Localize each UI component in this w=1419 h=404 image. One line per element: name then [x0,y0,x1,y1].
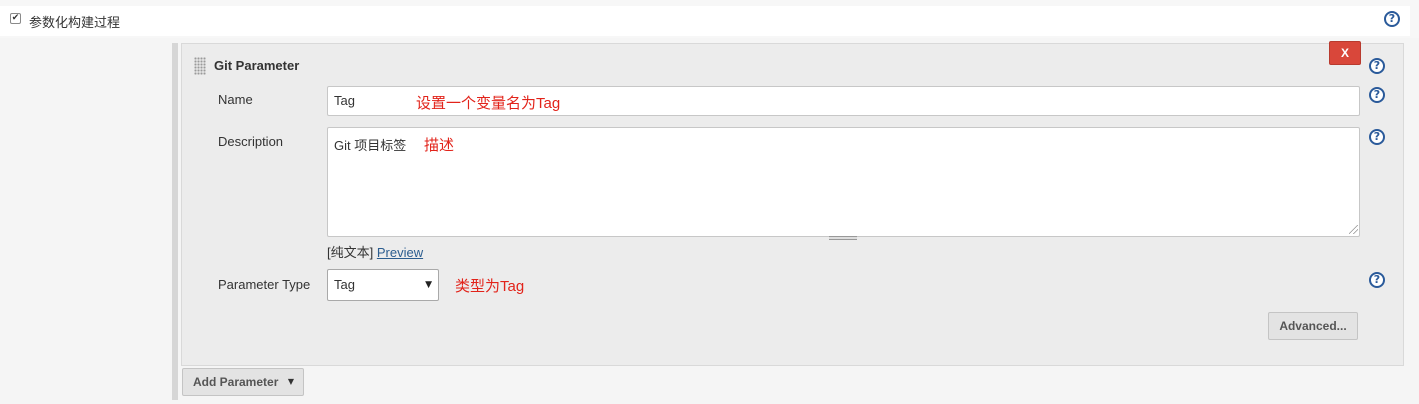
help-icon[interactable]: ? [1369,58,1385,74]
help-icon[interactable]: ? [1369,129,1385,145]
name-value: Tag [334,93,355,108]
preview-link[interactable]: Preview [377,245,423,260]
advanced-button[interactable]: Advanced... [1268,312,1358,340]
section-header: ✔ 参数化构建过程 ? [0,0,1419,38]
add-parameter-button[interactable]: Add Parameter ▼ [182,368,304,396]
delete-parameter-button[interactable]: X [1329,41,1361,65]
parameter-title: Git Parameter [214,58,300,73]
add-parameter-label: Add Parameter [193,375,279,389]
textarea-grip-icon[interactable] [829,236,857,240]
parameter-type-label: Parameter Type [218,277,311,292]
parameter-list-bar [172,43,178,400]
chevron-down-icon: ▼ [287,377,294,386]
resize-handle-icon[interactable] [1349,225,1358,234]
chevron-down-icon: ▼ [425,280,432,290]
description-annotation: 描述 [424,137,455,154]
parameter-type-select[interactable]: Tag ▼ [327,269,439,301]
help-icon[interactable]: ? [1384,11,1400,27]
description-value: Git 项目标签 [334,138,407,153]
parameter-type-annotation: 类型为Tag [455,278,525,295]
parameterized-build-checkbox[interactable]: ✔ [10,13,21,24]
drag-handle-icon[interactable] [194,57,206,75]
name-annotation: 设置一个变量名为Tag [416,95,561,112]
parameter-type-value: Tag [334,277,355,292]
parameterized-build-label: 参数化构建过程 [29,15,121,30]
description-textarea[interactable]: Git 项目标签 [327,127,1360,237]
section-header-band [0,6,1410,36]
help-icon[interactable]: ? [1369,272,1385,288]
markup-format-line: [纯文本] Preview [327,242,423,261]
markup-format-label: [纯文本] [327,245,374,260]
help-icon[interactable]: ? [1369,87,1385,103]
description-label: Description [218,134,284,149]
name-label: Name [218,92,253,107]
